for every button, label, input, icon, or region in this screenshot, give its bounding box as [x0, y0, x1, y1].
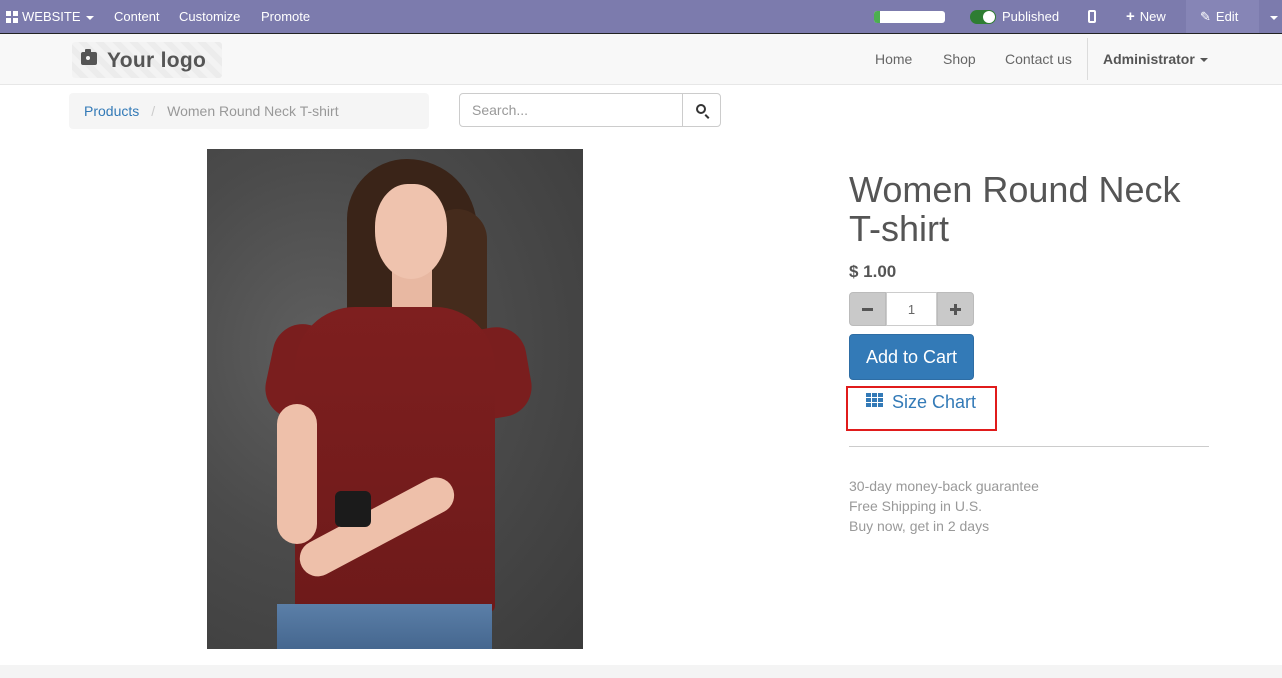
size-chart-link[interactable]: Size Chart	[866, 392, 976, 414]
image-bracelet	[335, 491, 371, 527]
shipping-line: Free Shipping in U.S.	[849, 498, 983, 514]
add-to-cart-button[interactable]: Add to Cart	[849, 334, 974, 380]
mobile-icon	[1088, 10, 1096, 24]
size-chart-label: Size Chart	[892, 392, 977, 412]
footer-strip	[0, 665, 1282, 678]
details-divider	[849, 446, 1209, 447]
delivery-line: Buy now, get in 2 days	[849, 518, 990, 534]
quantity-stepper	[849, 292, 974, 326]
new-button[interactable]: + New	[1126, 0, 1166, 33]
quantity-increase-button[interactable]	[937, 292, 974, 326]
edit-button[interactable]: ✎ Edit	[1186, 0, 1259, 33]
caret-down-icon	[85, 15, 94, 20]
edit-label: Edit	[1215, 9, 1239, 24]
toggle-switch-icon	[970, 9, 996, 24]
breadcrumb-separator: /	[151, 103, 156, 119]
site-header: Your logo Home Shop Contact us Administr…	[0, 33, 1282, 85]
logo-text: Your logo	[107, 49, 207, 72]
caret-down-icon	[1199, 58, 1208, 63]
breadcrumb-products-link[interactable]: Products	[84, 103, 139, 119]
nav-home[interactable]: Home	[875, 34, 912, 86]
optimization-progress-bar	[874, 11, 945, 23]
content-menu[interactable]: Content	[114, 0, 160, 33]
apps-grid-icon	[6, 10, 18, 23]
edit-dropdown-toggle[interactable]	[1265, 0, 1278, 33]
quantity-decrease-button[interactable]	[849, 292, 886, 326]
product-title: Women Round Neck T-shirt	[849, 169, 1181, 249]
search-button[interactable]	[682, 93, 721, 127]
admin-bar: WEBSITE Content Customize Promote Publis…	[0, 0, 1282, 33]
user-menu-label: Administrator	[1103, 51, 1195, 67]
user-menu[interactable]: Administrator	[1103, 34, 1208, 86]
quantity-input[interactable]	[886, 292, 937, 326]
mobile-preview-button[interactable]	[1088, 0, 1096, 33]
published-label: Published	[1002, 9, 1060, 24]
plus-icon: +	[1126, 8, 1135, 25]
published-toggle[interactable]: Published	[970, 0, 1059, 33]
website-menu-label: WEBSITE	[22, 9, 81, 24]
nav-shop[interactable]: Shop	[943, 34, 976, 86]
website-menu[interactable]: WEBSITE	[6, 0, 94, 33]
progress-fill	[874, 11, 880, 23]
table-grid-icon	[866, 393, 883, 408]
guarantee-info: 30-day money-back guarantee Free Shippin…	[849, 476, 1039, 536]
nav-contact-us[interactable]: Contact us	[1005, 34, 1072, 86]
product-image[interactable]	[207, 149, 583, 649]
pencil-icon: ✎	[1200, 9, 1211, 24]
customize-menu[interactable]: Customize	[179, 0, 240, 33]
search-icon	[696, 104, 706, 114]
image-face	[375, 184, 447, 279]
camera-icon	[81, 49, 97, 65]
caret-down-icon	[1270, 15, 1278, 20]
new-label: New	[1139, 9, 1166, 24]
image-jeans	[277, 604, 492, 649]
promote-menu[interactable]: Promote	[261, 0, 310, 33]
breadcrumb-current: Women Round Neck T-shirt	[167, 103, 339, 119]
nav-divider	[1087, 38, 1088, 80]
site-logo[interactable]: Your logo	[72, 42, 222, 78]
product-price: $ 1.00	[849, 262, 897, 281]
search-input[interactable]	[459, 93, 683, 127]
guarantee-line: 30-day money-back guarantee	[849, 478, 1039, 494]
breadcrumb: Products / Women Round Neck T-shirt	[69, 93, 429, 129]
image-arm-left	[277, 404, 317, 544]
